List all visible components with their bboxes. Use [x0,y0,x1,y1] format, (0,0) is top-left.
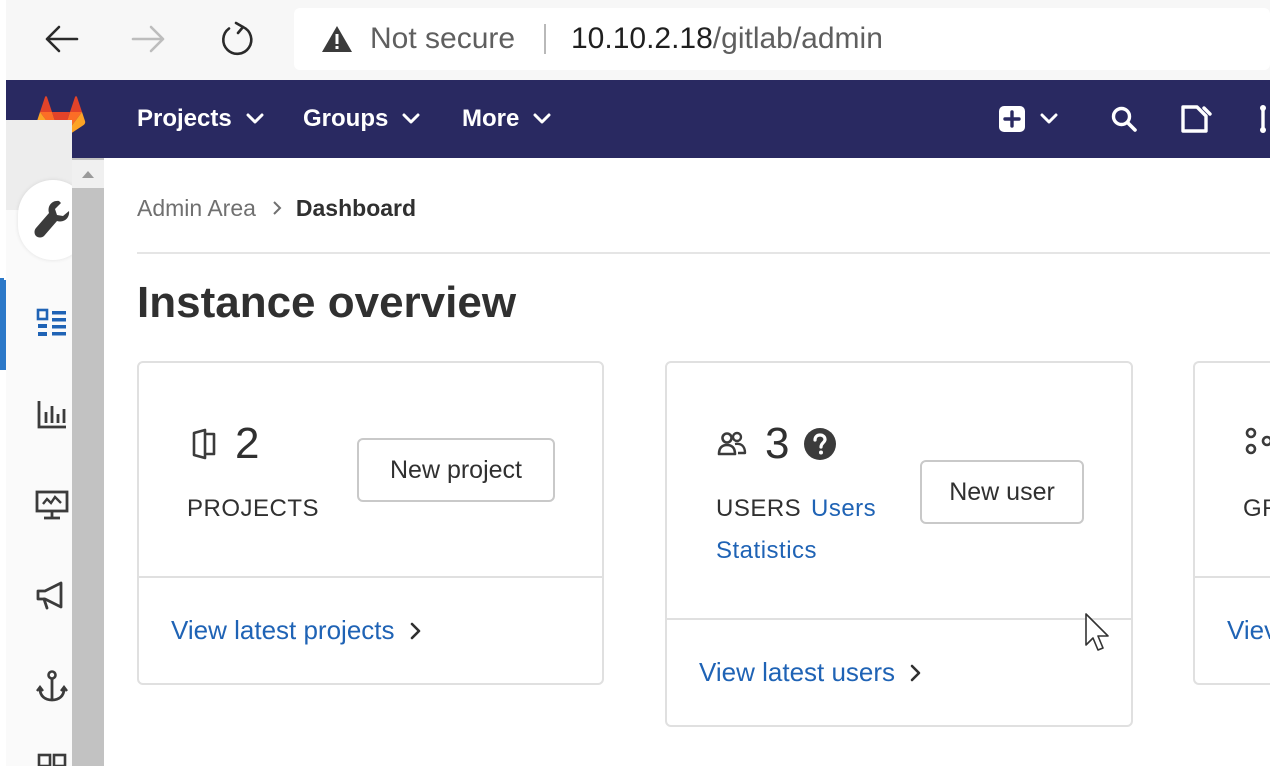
users-count: 3 [765,419,790,468]
caret-up-icon [82,171,94,178]
view-latest-projects-link[interactable]: View latest projects [171,615,421,646]
users-icon [717,431,747,456]
back-button[interactable] [36,14,86,64]
reload-icon [222,21,253,56]
chevron-down-icon [246,113,264,124]
megaphone-icon [36,581,63,610]
sidebar-item-admin-area[interactable] [32,200,72,240]
plus-square-icon [999,106,1025,132]
nav-more-label: More [462,105,520,132]
anchor-icon [36,670,68,702]
projects-count: 2 [235,419,260,468]
new-user-button[interactable]: New user [920,460,1084,524]
mouse-cursor-icon [1085,613,1109,651]
browser-toolbar: Not secure 10.10.2.18/gitlab/admin [6,0,1270,80]
users-statistics-link-line2[interactable]: Statistics [716,537,817,565]
issues-icon [1181,105,1212,133]
nav-projects-label: Projects [137,105,232,132]
address-separator [544,24,546,54]
reload-button[interactable] [212,14,262,64]
new-project-button[interactable]: New project [357,438,555,502]
view-latest-users-link[interactable]: View latest users [699,657,921,688]
view-latest-users-label: View latest users [699,657,896,687]
merge-requests-button[interactable] [1256,102,1270,136]
sidebar-item-monitoring[interactable] [32,485,72,525]
issues-button[interactable] [1180,102,1212,136]
card-divider [1195,576,1270,578]
wrench-icon [34,200,70,238]
card-divider [667,618,1131,620]
users-label: USERS [716,495,802,522]
forward-button[interactable] [124,14,174,64]
view-latest-projects-label: View latest projects [171,615,395,645]
url-host: 10.10.2.18 [571,22,713,55]
sidebar-scrollbar[interactable] [72,158,104,766]
warning-icon [322,26,352,52]
nav-projects[interactable]: Projects [137,104,264,134]
card-divider [139,576,602,578]
back-arrow-icon [45,25,79,53]
page-title: Instance overview [137,278,517,327]
chevron-right-icon [409,622,421,640]
users-card: 3 USERS Users Statistics New user View l… [665,361,1133,727]
dashboard-icon [36,308,66,336]
breadcrumb-chevron-icon [272,200,282,216]
breadcrumb-admin-area[interactable]: Admin Area [137,195,256,222]
view-latest-groups-link[interactable]: Viev [1227,615,1270,646]
grid-icon [37,753,67,766]
chevron-down-icon [1040,113,1058,124]
sidebar-item-messages[interactable] [32,575,72,615]
project-icon [192,428,216,460]
new-item-dropdown[interactable] [998,102,1058,136]
projects-card: 2 PROJECTS New project View latest proje… [137,361,604,685]
groups-card: GR Viev [1193,361,1270,685]
chevron-right-icon [909,664,921,682]
groups-label: GR [1243,495,1270,522]
projects-label: PROJECTS [187,495,320,522]
breadcrumb-dashboard[interactable]: Dashboard [296,195,416,222]
chevron-down-icon [533,113,551,124]
analytics-icon [37,401,66,429]
monitoring-icon [35,490,69,520]
sidebar-item-overview[interactable] [32,303,72,343]
sidebar-item-applications[interactable] [32,748,72,766]
sidebar-item-system-hooks[interactable] [32,666,72,706]
users-stat: 3 [717,419,837,469]
breadcrumb: Admin Area Dashboard [137,190,416,226]
sidebar-active-indicator [0,278,4,368]
address-bar[interactable]: Not secure 10.10.2.18/gitlab/admin [294,8,1270,70]
sidebar-item-analytics[interactable] [32,394,72,434]
search-button[interactable] [1110,102,1138,136]
security-label[interactable]: Not secure [370,22,515,56]
users-statistics-link[interactable]: Users [811,495,876,523]
projects-stat: 2 [191,419,259,469]
url-text[interactable]: 10.10.2.18/gitlab/admin [571,22,883,56]
url-path: /gitlab/admin [712,22,883,55]
nav-groups-label: Groups [303,105,389,132]
breadcrumb-divider [137,252,1270,254]
top-navbar: Projects Groups More [6,80,1270,158]
help-icon[interactable] [803,427,837,461]
scroll-up-button[interactable] [72,160,104,188]
merge-request-icon [1260,105,1266,133]
search-icon [1111,106,1137,132]
nav-groups[interactable]: Groups [303,104,420,134]
chevron-down-icon [402,113,420,124]
forward-arrow-icon [131,25,165,53]
groups-icon [1245,427,1270,455]
nav-more[interactable]: More [462,104,551,134]
